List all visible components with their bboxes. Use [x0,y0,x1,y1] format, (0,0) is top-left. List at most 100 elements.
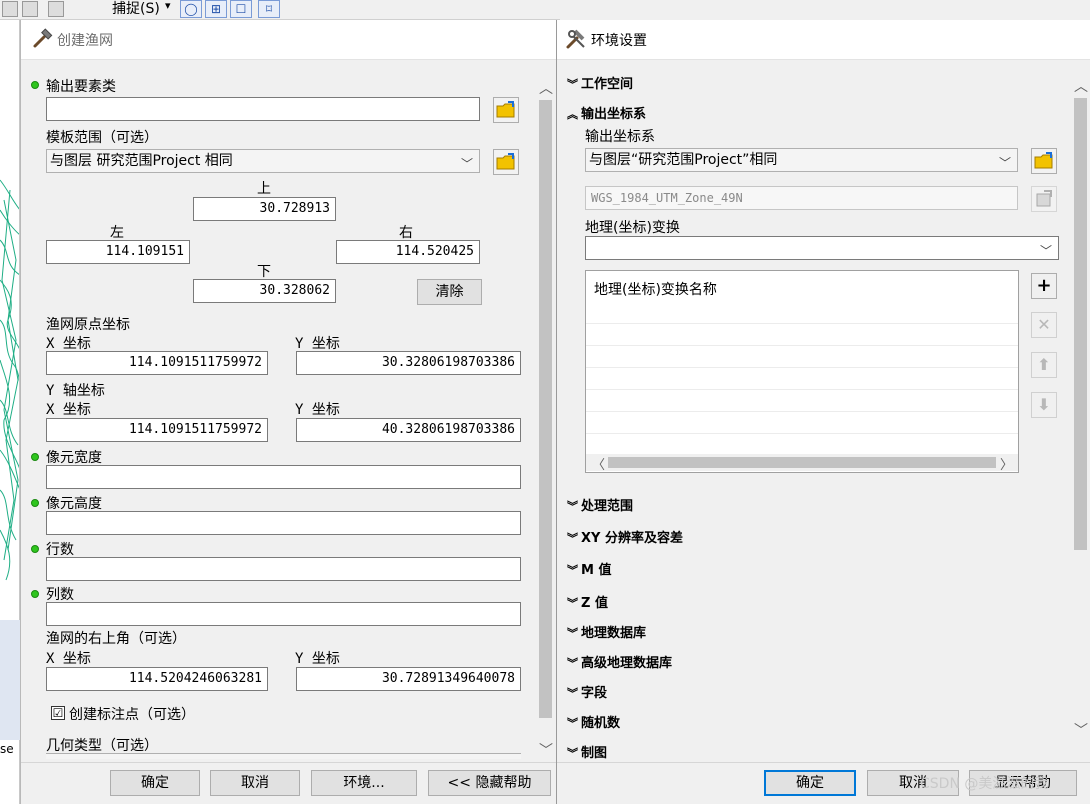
y-axis-y-label: Y 坐标 [295,402,340,418]
template-extent-label: 模板范围（可选） [46,130,158,146]
snap-menu-label[interactable]: 捕捉(S) [112,0,160,18]
scroll-thumb[interactable] [539,100,552,718]
cancel-button[interactable]: 取消 [210,770,300,796]
y-axis-label: Y 轴坐标 [46,383,105,399]
corner-x-input[interactable]: 114.5204246063281 [46,667,268,691]
chevron-expand-icon: ︾ [567,627,578,640]
dialog-title: 创建渔网 [57,33,113,49]
section-m-values[interactable]: ︾ M 值 [567,559,611,578]
snap-vertex-button[interactable]: ⊞ [205,0,227,18]
cell-height-input[interactable] [46,511,521,535]
scroll-up-icon[interactable]: ︿ [539,78,553,98]
output-feature-class-input[interactable] [46,97,480,121]
cell-width-input[interactable] [46,465,521,489]
scroll-left-icon[interactable]: 〈 [592,454,605,473]
columns-input[interactable] [46,602,521,626]
toolbar-icon-1[interactable] [2,1,18,17]
chevron-down-icon: ﹀ [998,156,1011,170]
chevron-collapse-icon: ︽ [567,108,578,121]
chevron-expand-icon: ︾ [567,532,578,545]
chevron-expand-icon: ︾ [567,78,578,91]
section-geodatabase[interactable]: ︾ 地理数据库 [567,622,646,641]
scroll-down-icon[interactable]: ﹀ [1074,720,1088,740]
environment-settings-dialog: 环境设置 ︾ 工作空间 ︽ 输出坐标系 输出坐标系 与图层“研究范围Project”… [556,20,1090,804]
spatial-reference-field: WGS_1984_UTM_Zone_49N [585,186,1018,210]
add-transform-button[interactable]: + [1031,273,1057,299]
extent-top-label: 上 [257,181,271,197]
rows-input[interactable] [46,557,521,581]
hide-help-button[interactable]: << 隐藏帮助 [428,770,551,796]
section-fields[interactable]: ︾ 字段 [567,682,607,701]
right-dialog-scrollbar[interactable]: ︿ ﹀ [1072,76,1089,740]
side-panel-tabs[interactable]: se [0,620,20,756]
right-titlebar: 环境设置 [557,20,1090,60]
toolbar-icon-3[interactable] [48,1,64,17]
remove-transform-button[interactable]: ✕ [1031,312,1057,338]
grid-row-divider [586,367,1018,368]
chevron-expand-icon: ︾ [567,717,578,730]
move-down-button[interactable]: ⬇ [1031,392,1057,418]
move-up-button[interactable]: ⬆ [1031,352,1057,378]
snap-end-button[interactable]: ⌑ [258,0,280,18]
opposite-corner-label: 渔网的右上角（可选） [46,631,186,647]
origin-y-input[interactable]: 30.32806198703386 [296,351,521,375]
extent-bottom-label: 下 [257,264,271,280]
scroll-thumb[interactable] [1074,98,1087,550]
transform-grid[interactable]: 地理(坐标)变换名称 〈 〉 [585,270,1019,473]
create-fishnet-dialog: 创建渔网 输出要素类 模板范围（可选） 与图层 研究范围Project 相同 ﹀… [20,20,557,804]
output-feature-class-label: 输出要素类 [46,79,116,95]
scroll-thumb[interactable] [608,457,996,468]
chevron-down-icon: ﹀ [460,157,473,171]
environments-button[interactable]: 环境... [311,770,417,796]
extent-right-label: 右 [399,225,413,241]
chevron-down-icon: ﹀ [1039,244,1052,258]
geo-transform-select[interactable]: ﹀ [585,236,1059,260]
browse-template-button[interactable] [493,149,519,175]
create-label-points-checkbox[interactable]: ☑ [51,706,65,720]
grid-row-divider [586,389,1018,390]
section-processing-extent[interactable]: ︾ 处理范围 [567,495,633,514]
ok-button[interactable]: 确定 [764,770,856,796]
section-random-numbers[interactable]: ︾ 随机数 [567,712,620,731]
toolbar-icon-2[interactable] [22,1,38,17]
snap-point-button[interactable]: ◯ [180,0,202,18]
y-axis-x-input[interactable]: 114.1091511759972 [46,418,268,442]
section-z-values[interactable]: ︾ Z 值 [567,592,608,611]
extent-left-input[interactable]: 114.109151 [46,240,190,264]
required-indicator-icon [31,499,39,507]
origin-x-input[interactable]: 114.1091511759972 [46,351,268,375]
snap-edge-button[interactable]: ☐ [230,0,252,18]
scroll-right-icon[interactable]: 〉 [1000,454,1013,473]
geo-transform-label: 地理(坐标)变换 [585,220,680,236]
template-extent-select[interactable]: 与图层 研究范围Project 相同 ﹀ [46,149,480,173]
browse-coords-button[interactable] [1031,148,1057,174]
browse-output-button[interactable] [493,97,519,123]
origin-y-label: Y 坐标 [295,336,340,352]
transform-grid-hscroll[interactable]: 〈 〉 [586,454,1018,473]
clear-extent-button[interactable]: 清除 [417,279,482,305]
chevron-expand-icon: ︾ [567,500,578,513]
section-xy-resolution[interactable]: ︾ XY 分辨率及容差 [567,527,683,546]
scroll-up-icon[interactable]: ︿ [1074,76,1088,96]
corner-y-input[interactable]: 30.72891349640078 [296,667,521,691]
left-titlebar: 创建渔网 [21,20,557,60]
ok-button[interactable]: 确定 [110,770,200,796]
output-coords-select[interactable]: 与图层“研究范围Project”相同 ﹀ [585,148,1018,172]
section-workspace[interactable]: ︾ 工作空间 [567,73,633,92]
scroll-down-icon[interactable]: ﹀ [539,740,553,760]
extent-right-input[interactable]: 114.520425 [336,240,480,264]
snap-menu-arrow[interactable]: ▾ [165,0,171,12]
left-dialog-scrollbar[interactable]: ︿ ﹀ [537,78,554,768]
extent-top-input[interactable]: 30.728913 [193,197,336,221]
create-label-points-label: 创建标注点（可选） [69,707,195,723]
corner-y-label: Y 坐标 [295,651,340,667]
chevron-expand-icon: ︾ [567,564,578,577]
section-cartography[interactable]: ︾ 制图 [567,742,607,761]
hammer-icon [33,28,53,48]
section-advanced-geodatabase[interactable]: ︾ 高级地理数据库 [567,652,672,671]
section-output-coords[interactable]: ︽ 输出坐标系 [567,103,646,122]
extent-bottom-input[interactable]: 30.328062 [193,279,336,303]
geometry-type-select[interactable] [46,753,521,759]
extent-left-label: 左 [110,225,124,241]
y-axis-y-input[interactable]: 40.32806198703386 [296,418,521,442]
